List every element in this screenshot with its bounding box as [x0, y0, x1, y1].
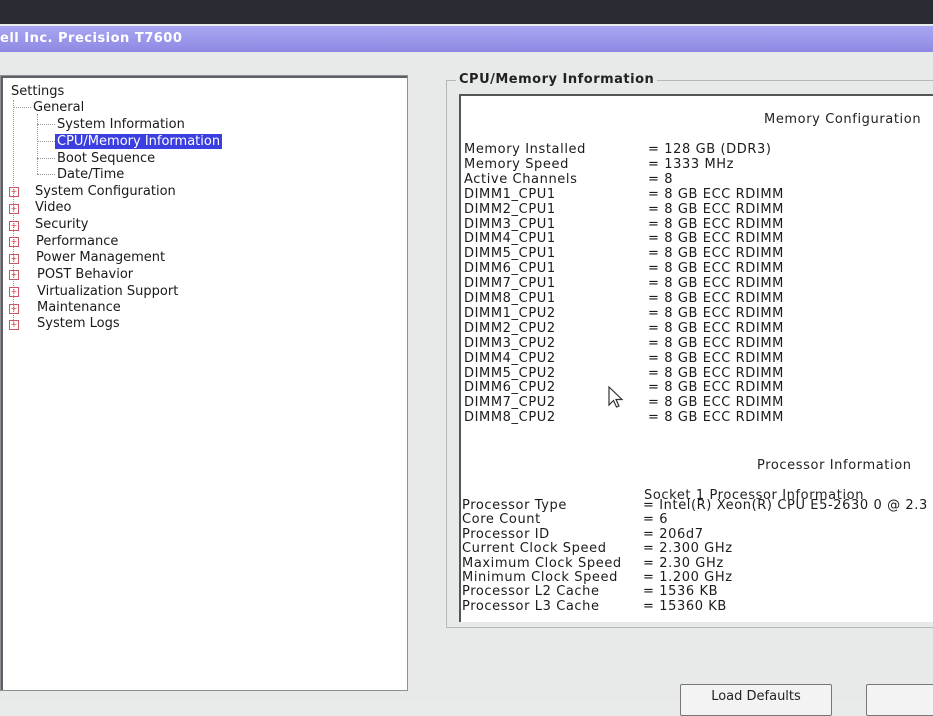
tree-item-security[interactable]: Security [35, 217, 88, 232]
mouse-cursor-icon [608, 386, 624, 408]
title-bar: ell Inc. Precision T7600 [0, 26, 933, 52]
memory-row-label: DIMM8_CPU2 [464, 410, 556, 426]
processor-row-value: = 206d7 [643, 526, 704, 542]
processor-row-label: Current Clock Speed [462, 541, 607, 557]
tree-item-system-information[interactable]: System Information [57, 117, 185, 132]
expand-icon[interactable]: + [9, 304, 19, 314]
memory-row-value: = 8 GB ECC RDIMM [648, 365, 784, 381]
memory-row-label: DIMM5_CPU2 [464, 365, 556, 381]
group-title: CPU/Memory Information [456, 72, 658, 87]
tree-item-virtualization-support[interactable]: Virtualization Support [37, 284, 178, 299]
expand-icon[interactable]: + [9, 287, 19, 297]
memory-row-value: = 8 GB ECC RDIMM [648, 395, 784, 411]
memory-row-label: DIMM4_CPU2 [464, 350, 556, 366]
memory-row-value: = 8 GB ECC RDIMM [648, 380, 784, 396]
top-bezel [0, 0, 933, 24]
expand-icon[interactable]: + [9, 187, 19, 197]
expand-icon[interactable]: + [9, 221, 19, 231]
tree-item-video[interactable]: Video [35, 200, 71, 215]
memory-row-value: = 8 GB ECC RDIMM [648, 410, 784, 426]
window-title: ell Inc. Precision T7600 [0, 31, 183, 46]
memory-row-label: DIMM7_CPU1 [464, 276, 556, 292]
memory-row-value: = 8 GB ECC RDIMM [648, 246, 784, 262]
processor-row-value: = Intel(R) Xeon(R) CPU E5-2630 0 @ 2.3 [643, 498, 928, 513]
apply-button[interactable] [866, 684, 933, 716]
processor-row-value: = 2.30 GHz [643, 555, 724, 571]
memory-row-value: = 1333 MHz [648, 156, 735, 172]
processor-information-heading: Processor Information [757, 458, 912, 473]
tree-item-boot-sequence[interactable]: Boot Sequence [57, 151, 155, 166]
tree-item-system-logs[interactable]: System Logs [37, 316, 120, 331]
expand-icon[interactable]: + [9, 320, 19, 330]
memory-row-label: DIMM5_CPU1 [464, 246, 556, 262]
load-defaults-button[interactable]: Load Defaults [680, 684, 832, 716]
memory-row-value: = 8 GB ECC RDIMM [648, 201, 784, 217]
tree-line [37, 158, 55, 159]
processor-row-value: = 1.200 GHz [643, 570, 733, 585]
memory-row-label: Active Channels [464, 171, 578, 187]
memory-row-label: DIMM2_CPU1 [464, 201, 556, 217]
tree-item-cpu-memory-information[interactable]: CPU/Memory Information [55, 134, 223, 149]
memory-row-value: = 8 GB ECC RDIMM [648, 276, 784, 292]
tree-line [37, 141, 55, 142]
memory-row-label: DIMM6_CPU2 [464, 380, 556, 396]
memory-row-label: DIMM1_CPU2 [464, 305, 556, 321]
processor-row-label: Processor L2 Cache [462, 584, 600, 600]
processor-row-value: = 15360 KB [643, 598, 727, 614]
memory-row-label: DIMM3_CPU2 [464, 335, 556, 351]
tree-item-power-management[interactable]: Power Management [36, 250, 165, 265]
memory-row-value: = 8 GB ECC RDIMM [648, 350, 784, 366]
processor-row-label: Processor L3 Cache [462, 598, 600, 614]
tree-line [37, 174, 55, 175]
tree-item-post-behavior[interactable]: POST Behavior [37, 267, 133, 282]
memory-row-label: DIMM8_CPU1 [464, 291, 556, 306]
expand-icon[interactable]: + [9, 254, 19, 264]
memory-row-value: = 8 GB ECC RDIMM [648, 320, 784, 336]
memory-row-label: Memory Speed [464, 156, 569, 172]
processor-row-value: = 1536 KB [643, 584, 719, 600]
processor-row-label: Minimum Clock Speed [462, 570, 618, 585]
memory-row-value: = 128 GB (DDR3) [648, 142, 772, 157]
tree-line [13, 107, 31, 108]
processor-row-label: Maximum Clock Speed [462, 555, 622, 571]
processor-row-label: Processor Type [462, 498, 568, 513]
memory-row-label: Memory Installed [464, 142, 586, 157]
memory-row-value: = 8 GB ECC RDIMM [648, 291, 784, 306]
memory-row-value: = 8 GB ECC RDIMM [648, 261, 784, 277]
processor-row-value: = 6 [643, 512, 669, 528]
memory-row-value: = 8 GB ECC RDIMM [648, 305, 784, 321]
tree-line [37, 114, 38, 174]
tree-item-system-configuration[interactable]: System Configuration [35, 184, 176, 199]
processor-row-label: Processor ID [462, 526, 550, 542]
memory-row-label: DIMM7_CPU2 [464, 395, 556, 411]
tree-item-performance[interactable]: Performance [36, 234, 118, 249]
memory-row-label: DIMM6_CPU1 [464, 261, 556, 277]
memory-row-value: = 8 GB ECC RDIMM [648, 216, 784, 232]
memory-row-value: = 8 GB ECC RDIMM [648, 335, 784, 351]
tree-item-general[interactable]: General [33, 100, 84, 115]
expand-icon[interactable]: + [9, 270, 19, 280]
tree-item-maintenance[interactable]: Maintenance [37, 300, 121, 315]
settings-tree-panel: Settings General System Information CPU/… [0, 75, 408, 691]
memory-row-label: DIMM2_CPU2 [464, 320, 556, 336]
tree-line [37, 124, 55, 125]
tree-root-settings[interactable]: Settings [11, 84, 64, 99]
expand-icon[interactable]: + [9, 204, 19, 214]
memory-configuration-heading: Memory Configuration [764, 112, 922, 127]
expand-icon[interactable]: + [9, 237, 19, 247]
memory-row-value: = 8 [648, 171, 674, 187]
processor-row-value: = 2.300 GHz [643, 541, 733, 557]
processor-row-label: Core Count [462, 512, 541, 528]
memory-row-value: = 8 GB ECC RDIMM [648, 186, 784, 202]
memory-row-label: DIMM4_CPU1 [464, 231, 556, 247]
memory-row-label: DIMM3_CPU1 [464, 216, 556, 232]
memory-row-label: DIMM1_CPU1 [464, 186, 556, 202]
tree-item-date-time[interactable]: Date/Time [57, 167, 124, 182]
memory-row-value: = 8 GB ECC RDIMM [648, 231, 784, 247]
